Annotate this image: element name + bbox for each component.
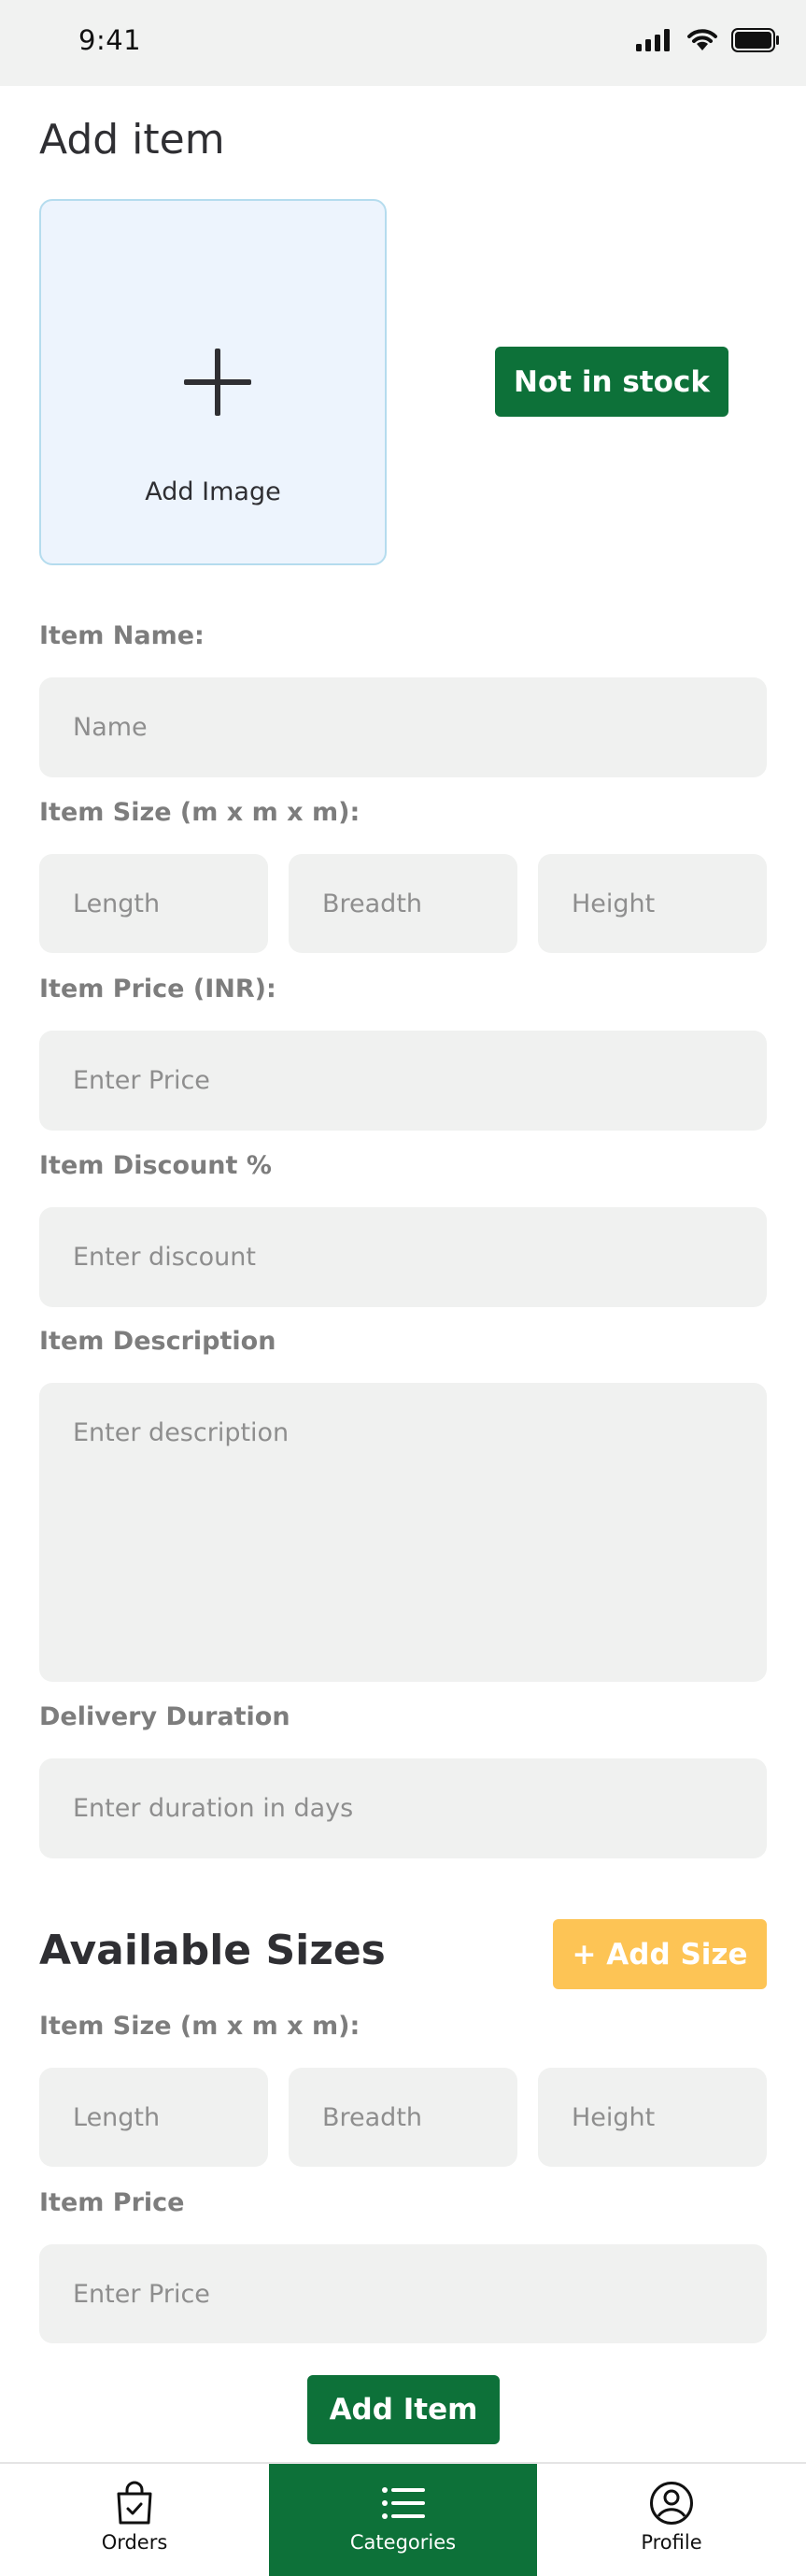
item-name-label: Item Name:: [39, 621, 205, 650]
battery-icon: [731, 28, 780, 57]
size-breadth-input[interactable]: [289, 2068, 517, 2167]
item-name-input[interactable]: [39, 677, 767, 777]
status-time: 9:41: [78, 24, 142, 56]
not-in-stock-button[interactable]: Not in stock: [495, 347, 728, 417]
item-height-input[interactable]: [538, 854, 767, 953]
item-breadth-input[interactable]: [289, 854, 517, 953]
delivery-duration-input[interactable]: [39, 1758, 767, 1858]
nav-item-orders[interactable]: Orders: [0, 2464, 269, 2576]
add-size-button[interactable]: + Add Size: [553, 1919, 767, 1989]
nav-item-categories[interactable]: Categories: [269, 2464, 537, 2576]
user-circle-icon: [649, 2481, 694, 2526]
size-option-label: Item Size (m x m x m):: [39, 2012, 361, 2041]
size-price-input[interactable]: [39, 2244, 767, 2343]
add-image-label: Add Image: [145, 477, 281, 506]
wifi-icon: [686, 28, 718, 57]
item-description-label: Item Description: [39, 1327, 276, 1356]
status-icons: [636, 28, 780, 57]
shopping-bag-icon: [114, 2481, 155, 2526]
item-size-label: Item Size (m x m x m):: [39, 798, 361, 827]
available-sizes-title: Available Sizes: [39, 1927, 386, 1974]
list-icon: [381, 2481, 425, 2526]
delivery-duration-label: Delivery Duration: [39, 1702, 290, 1731]
item-description-input[interactable]: [39, 1383, 767, 1682]
item-price-input[interactable]: [39, 1031, 767, 1131]
plus-icon: [184, 349, 251, 420]
add-image-button[interactable]: Add Image: [39, 199, 387, 565]
nav-item-profile[interactable]: Profile: [537, 2464, 806, 2576]
item-length-input[interactable]: [39, 854, 268, 953]
size-price-label: Item Price: [39, 2188, 185, 2217]
item-discount-input[interactable]: [39, 1207, 767, 1307]
nav-label-orders: Orders: [101, 2531, 168, 2554]
signal-icon: [636, 29, 673, 56]
size-length-input[interactable]: [39, 2068, 268, 2167]
status-bar: 9:41: [0, 0, 806, 86]
nav-label-categories: Categories: [349, 2531, 457, 2554]
bottom-nav: Orders Categories Profile: [0, 2462, 806, 2576]
nav-label-profile: Profile: [641, 2531, 702, 2554]
size-height-input[interactable]: [538, 2068, 767, 2167]
add-item-button[interactable]: Add Item: [307, 2375, 500, 2444]
page-title: Add item: [39, 116, 225, 164]
item-discount-label: Item Discount %: [39, 1151, 272, 1180]
item-price-label: Item Price (INR):: [39, 975, 276, 1003]
